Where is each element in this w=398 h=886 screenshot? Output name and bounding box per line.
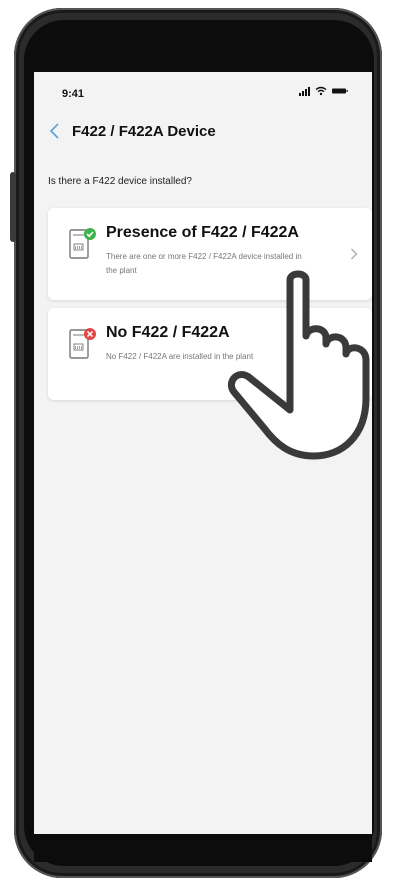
wifi-icon bbox=[315, 86, 327, 96]
phone-chin bbox=[34, 834, 372, 862]
hand-pointer-icon bbox=[227, 270, 370, 460]
device-check-icon bbox=[69, 228, 96, 259]
back-chevron-icon[interactable] bbox=[48, 122, 62, 140]
phone-side-button bbox=[10, 172, 16, 242]
battery-icon bbox=[332, 87, 348, 95]
chevron-right-icon bbox=[351, 248, 358, 260]
signal-icon bbox=[299, 86, 310, 96]
status-icons bbox=[299, 86, 348, 96]
app-header: F422 / F422A Device bbox=[48, 122, 216, 140]
page-title: F422 / F422A Device bbox=[72, 122, 216, 140]
question-label: Is there a F422 device installed? bbox=[48, 176, 192, 187]
device-cross-icon bbox=[69, 328, 96, 359]
status-time: 9:41 bbox=[62, 88, 85, 100]
option-title: Presence of F422 / F422A bbox=[106, 224, 299, 241]
option-title: No F422 / F422A bbox=[106, 324, 230, 341]
